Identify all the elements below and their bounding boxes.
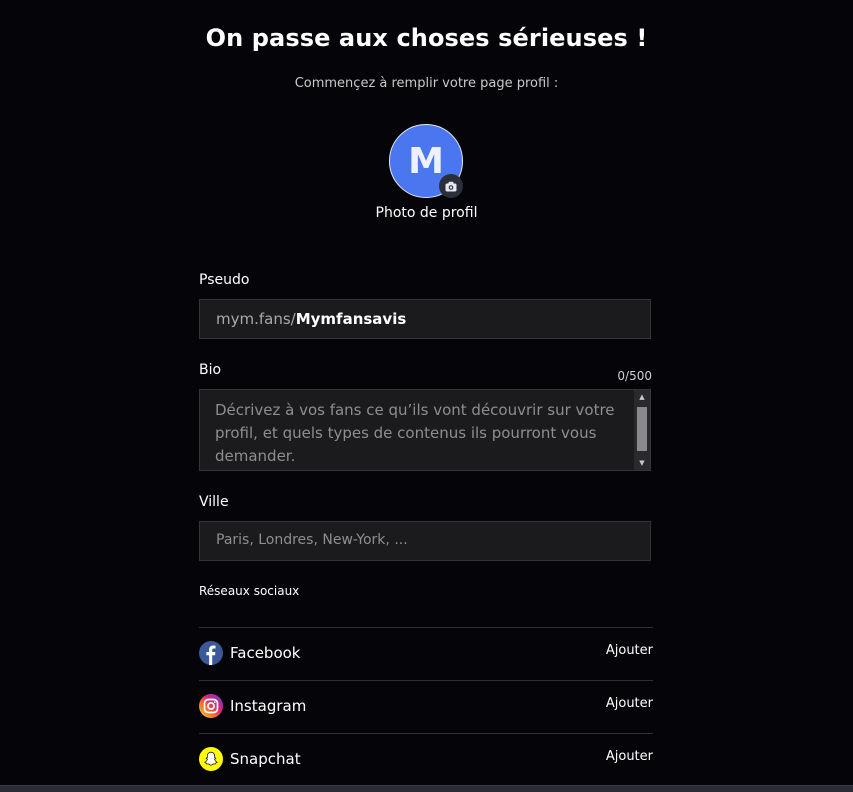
facebook-label: Facebook xyxy=(230,644,301,662)
avatar-upload[interactable]: M xyxy=(389,124,463,198)
pseudo-input[interactable]: mym.fans/Mymfansavis xyxy=(199,299,651,339)
social-row-facebook: Facebook Ajouter xyxy=(199,627,653,679)
instagram-label: Instagram xyxy=(230,697,307,715)
ville-label: Ville xyxy=(199,494,229,510)
instagram-icon xyxy=(199,694,223,718)
scroll-thumb[interactable] xyxy=(637,407,647,451)
page-subtitle: Commençez à remplir votre page profil : xyxy=(294,76,559,91)
pseudo-value[interactable]: Mymfansavis xyxy=(296,310,407,328)
pseudo-prefix: mym.fans/ xyxy=(216,310,296,328)
social-section-title: Réseaux sociaux xyxy=(199,584,300,598)
snapchat-icon xyxy=(199,747,223,771)
facebook-icon xyxy=(199,641,223,665)
snapchat-add-button[interactable]: Ajouter xyxy=(606,749,653,764)
facebook-add-button[interactable]: Ajouter xyxy=(606,643,653,658)
bio-textarea[interactable]: Décrivez à vos fans ce qu’ils vont décou… xyxy=(199,389,651,471)
bio-scrollbar[interactable]: ▲ ▼ xyxy=(634,390,650,470)
scroll-up-icon[interactable]: ▲ xyxy=(634,390,650,404)
photo-label: Photo de profil xyxy=(375,205,478,221)
instagram-add-button[interactable]: Ajouter xyxy=(606,696,653,711)
camera-icon[interactable] xyxy=(439,174,463,198)
scroll-down-icon[interactable]: ▼ xyxy=(634,456,650,470)
profile-setup-page: On passe aux choses sérieuses ! Commençe… xyxy=(0,0,853,792)
pseudo-label: Pseudo xyxy=(199,272,250,288)
avatar-initial: M xyxy=(408,140,444,182)
bio-char-counter: 0/500 xyxy=(617,369,652,383)
page-title: On passe aux choses sérieuses ! xyxy=(205,24,648,52)
bio-label: Bio xyxy=(199,362,222,378)
social-row-snapchat: Snapchat Ajouter xyxy=(199,733,653,785)
snapchat-label: Snapchat xyxy=(230,750,301,768)
ville-input[interactable]: Paris, Londres, New-York, ... xyxy=(199,521,651,561)
ville-placeholder: Paris, Londres, New-York, ... xyxy=(216,532,408,548)
bottom-bar xyxy=(0,785,853,792)
social-row-instagram: Instagram Ajouter xyxy=(199,680,653,732)
bio-placeholder: Décrivez à vos fans ce qu’ils vont décou… xyxy=(215,401,615,465)
